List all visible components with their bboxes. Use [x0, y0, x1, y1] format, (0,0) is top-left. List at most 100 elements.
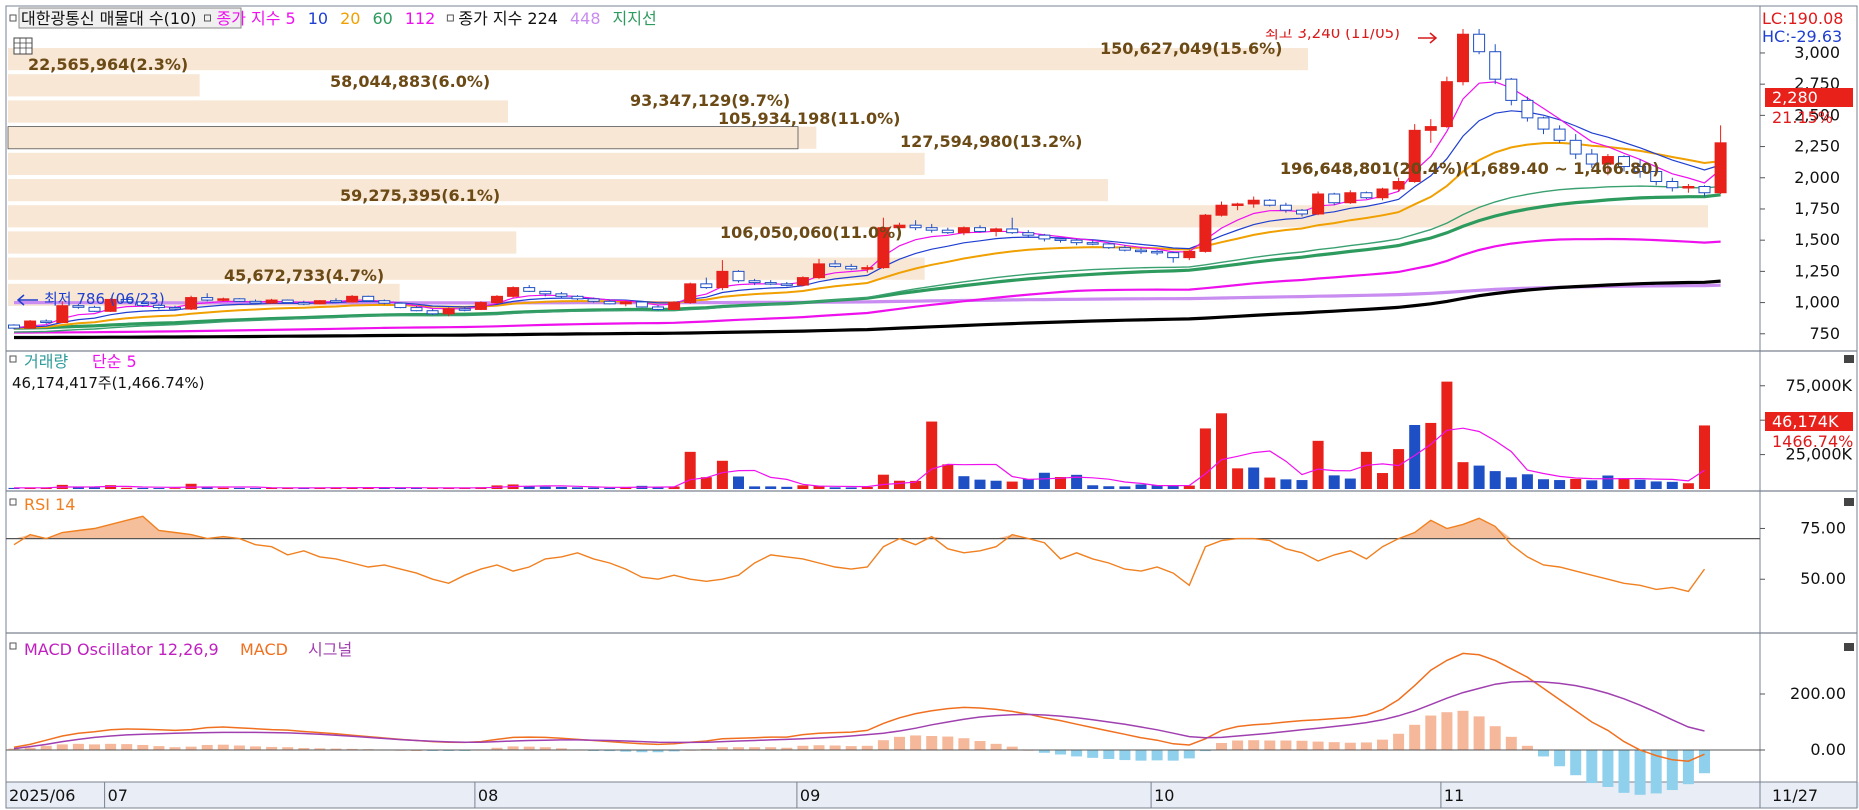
candle-body [1312, 193, 1325, 215]
volume-bar [894, 480, 905, 489]
volume-panel-info: 46,174,417주(1,466.74%) [12, 374, 204, 392]
candle-body [313, 300, 326, 305]
volume-bar [1296, 480, 1308, 489]
price-axis-label: 750 [1809, 324, 1840, 343]
candle-body [1199, 214, 1212, 252]
legend-item: 종가 지수 224 [458, 9, 558, 28]
volume-bar [749, 486, 761, 489]
price-candle [185, 295, 198, 311]
candle-body [249, 300, 262, 304]
volume-bar [1425, 422, 1437, 489]
macd-oscillator-bar [1071, 750, 1083, 757]
macd-oscillator-bar [1280, 740, 1292, 750]
panel-close-icon[interactable] [1844, 355, 1854, 363]
volume-bar [1216, 413, 1227, 489]
macd-oscillator-bar [1586, 750, 1598, 784]
price-candle [1199, 213, 1212, 253]
macd-oscillator-bar [1167, 750, 1179, 761]
volume-bar [958, 476, 970, 489]
macd-oscillator-bar [523, 746, 535, 750]
price-candle [1521, 96, 1534, 122]
candle-body [1698, 186, 1711, 194]
macd-oscillator-bar [1554, 750, 1566, 767]
low-annotation: 최저 786 (06/23) [44, 290, 165, 308]
price-candle [8, 324, 20, 330]
price-candle [1360, 191, 1373, 199]
price-candle [346, 295, 359, 303]
chart-canvas[interactable]: 150,627,049(15.6%) 22,565,964(2.3%) 58,044… [0, 0, 1859, 810]
macd-oscillator-bar [1393, 733, 1405, 750]
x-axis-bg [6, 782, 1859, 808]
candle-body [1440, 81, 1453, 128]
macd-panel-title: MACD Oscillator 12,26,9 [24, 640, 219, 659]
volume-profile-label: 59,275,395(6.1%) [340, 186, 500, 205]
candle-body [426, 310, 439, 315]
panel-close-icon[interactable] [1844, 498, 1854, 506]
price-candle [796, 276, 809, 287]
candle-body [1553, 128, 1566, 141]
candle-body [1102, 243, 1115, 249]
macd-oscillator-bar [40, 745, 52, 750]
candle-body [233, 298, 246, 302]
macd-oscillator-bar [797, 745, 809, 750]
price-candle [362, 295, 375, 302]
grid-table-icon[interactable] [13, 37, 33, 55]
volume-profile-band [8, 152, 925, 175]
volume-bar [1521, 474, 1533, 489]
volume-bar [684, 451, 696, 489]
candle-body [281, 299, 294, 304]
volume-bar [926, 421, 938, 489]
volume-panel-ma: 단순 5 [92, 352, 137, 371]
volume-bar [1602, 475, 1614, 489]
volume-profile-band [8, 231, 517, 254]
candle-body [668, 302, 681, 310]
macd-oscillator-bar [1312, 741, 1324, 750]
macd-oscillator-bar [1328, 742, 1340, 750]
macd-oscillator-bar [1489, 726, 1501, 750]
volume-bar [1489, 471, 1501, 489]
macd-oscillator-bar [1119, 750, 1131, 761]
price-candle [394, 302, 407, 309]
legend-item: 대한광통신 매물대 수(10) [21, 9, 197, 28]
volume-pct-label: 1466.74% [1772, 432, 1853, 451]
lc-label: LC:190.08 [1762, 9, 1843, 28]
volume-profile-band [8, 74, 200, 97]
macd-oscillator-bar [105, 743, 117, 750]
volume-bar [845, 487, 857, 489]
volume-bar [89, 487, 100, 489]
candle-body [555, 293, 568, 297]
candle-body [1183, 250, 1196, 259]
candle-body [410, 307, 423, 312]
candle-body [474, 302, 487, 310]
candle-body [1537, 117, 1550, 130]
volume-bar [1328, 475, 1340, 489]
candle-body [539, 290, 552, 295]
volume-bar [1554, 480, 1566, 489]
candle-body [1006, 228, 1019, 234]
candle-body [1521, 99, 1534, 119]
candle-body [603, 300, 616, 305]
macd-oscillator-bar [56, 744, 68, 750]
volume-profile-label: 105,934,198(11.0%) [718, 109, 900, 128]
candle-body [1473, 33, 1486, 53]
candle-body [1457, 33, 1469, 83]
volume-bar [829, 487, 841, 489]
candle-body [458, 308, 471, 311]
candle-body [716, 270, 729, 289]
macd-oscillator-bar [910, 735, 922, 750]
volume-bar [1119, 486, 1131, 489]
macd-oscillator-bar [1377, 739, 1388, 750]
macd-oscillator-bar [1183, 750, 1195, 759]
rsi-axis-label: 50.00 [1800, 569, 1846, 588]
volume-bar [1409, 424, 1421, 489]
panel-close-icon[interactable] [1844, 643, 1854, 651]
candle-body [990, 228, 1003, 232]
volume-bar [137, 487, 149, 489]
macd-oscillator-bar [813, 745, 825, 750]
volume-bar [1505, 477, 1517, 489]
candle-body [297, 302, 310, 305]
price-candle [507, 286, 520, 298]
volume-bar [539, 486, 551, 489]
macd-oscillator-bar [1602, 750, 1614, 787]
candle-body [813, 263, 825, 279]
